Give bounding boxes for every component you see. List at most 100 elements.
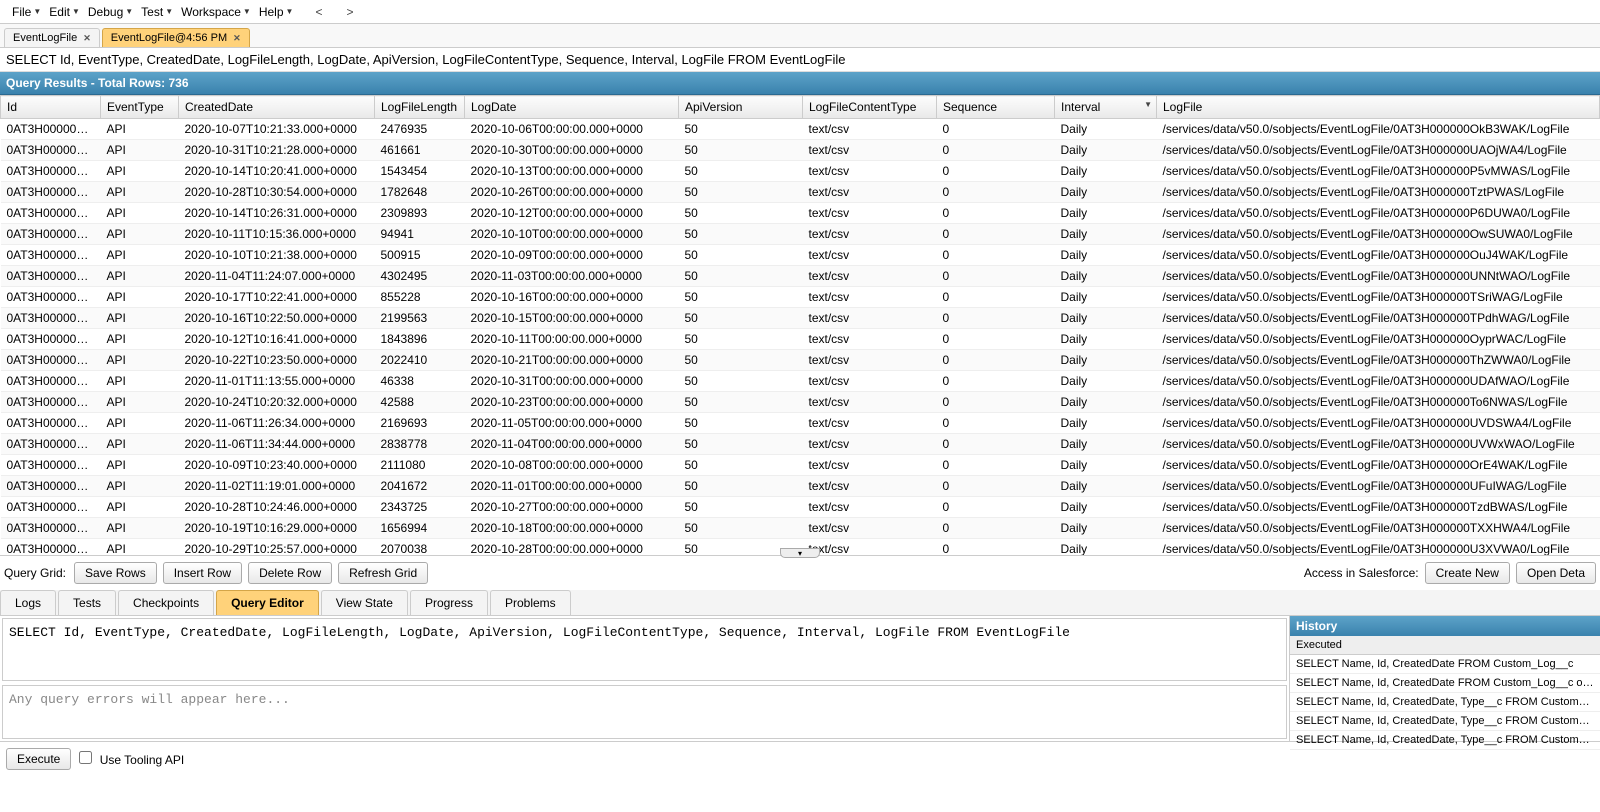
bottom-tab-progress[interactable]: Progress <box>410 590 488 615</box>
cell-sequence[interactable]: 0 <box>937 245 1055 266</box>
cell-eventtype[interactable]: API <box>101 266 179 287</box>
cell-interval[interactable]: Daily <box>1055 224 1157 245</box>
cell-sequence[interactable]: 0 <box>937 161 1055 182</box>
cell-logfilecontenttype[interactable]: text/csv <box>803 413 937 434</box>
cell-interval[interactable]: Daily <box>1055 308 1157 329</box>
column-header[interactable]: EventType <box>101 96 179 119</box>
cell-logfile[interactable]: /services/data/v50.0/sobjects/EventLogFi… <box>1157 245 1600 266</box>
cell-id[interactable]: 0AT3H000000TP... <box>1 308 101 329</box>
cell-apiversion[interactable]: 50 <box>679 497 803 518</box>
cell-id[interactable]: 0AT3H000000U3... <box>1 539 101 556</box>
cell-apiversion[interactable]: 50 <box>679 434 803 455</box>
cell-createddate[interactable]: 2020-10-19T10:16:29.000+0000 <box>179 518 375 539</box>
cell-logdate[interactable]: 2020-10-08T00:00:00.000+0000 <box>465 455 679 476</box>
cell-interval[interactable]: Daily <box>1055 434 1157 455</box>
cell-logfilecontenttype[interactable]: text/csv <box>803 161 937 182</box>
cell-sequence[interactable]: 0 <box>937 308 1055 329</box>
cell-interval[interactable]: Daily <box>1055 161 1157 182</box>
cell-logdate[interactable]: 2020-10-13T00:00:00.000+0000 <box>465 161 679 182</box>
cell-logfile[interactable]: /services/data/v50.0/sobjects/EventLogFi… <box>1157 539 1600 556</box>
cell-logdate[interactable]: 2020-10-16T00:00:00.000+0000 <box>465 287 679 308</box>
history-item[interactable]: SELECT Name, Id, CreatedDate FROM Custom… <box>1290 674 1600 693</box>
cell-sequence[interactable]: 0 <box>937 266 1055 287</box>
tooling-api-label[interactable]: Use Tooling API <box>79 751 184 767</box>
cell-createddate[interactable]: 2020-10-28T10:30:54.000+0000 <box>179 182 375 203</box>
cell-logfilelength[interactable]: 1843896 <box>375 329 465 350</box>
cell-eventtype[interactable]: API <box>101 308 179 329</box>
cell-logfile[interactable]: /services/data/v50.0/sobjects/EventLogFi… <box>1157 119 1600 140</box>
execute-button[interactable]: Execute <box>6 748 71 770</box>
cell-id[interactable]: 0AT3H000000UV... <box>1 434 101 455</box>
table-row[interactable]: 0AT3H000000Ow...API2020-10-11T10:15:36.0… <box>1 224 1600 245</box>
cell-logfile[interactable]: /services/data/v50.0/sobjects/EventLogFi… <box>1157 476 1600 497</box>
history-item[interactable]: SELECT Name, Id, CreatedDate, Type__c FR… <box>1290 731 1600 750</box>
cell-interval[interactable]: Daily <box>1055 140 1157 161</box>
cell-interval[interactable]: Daily <box>1055 455 1157 476</box>
cell-id[interactable]: 0AT3H000000Ow... <box>1 224 101 245</box>
cell-logdate[interactable]: 2020-10-31T00:00:00.000+0000 <box>465 371 679 392</box>
cell-logfilecontenttype[interactable]: text/csv <box>803 182 937 203</box>
cell-logfilecontenttype[interactable]: text/csv <box>803 266 937 287</box>
cell-logfilecontenttype[interactable]: text/csv <box>803 518 937 539</box>
cell-id[interactable]: 0AT3H000000UF... <box>1 476 101 497</box>
cell-sequence[interactable]: 0 <box>937 371 1055 392</box>
cell-interval[interactable]: Daily <box>1055 329 1157 350</box>
cell-eventtype[interactable]: API <box>101 287 179 308</box>
cell-createddate[interactable]: 2020-10-24T10:20:32.000+0000 <box>179 392 375 413</box>
expand-handle[interactable]: ▾ <box>780 548 820 558</box>
cell-eventtype[interactable]: API <box>101 350 179 371</box>
cell-logfilelength[interactable]: 2343725 <box>375 497 465 518</box>
cell-id[interactable]: 0AT3H000000TX... <box>1 518 101 539</box>
table-row[interactable]: 0AT3H000000Tzt...API2020-10-28T10:30:54.… <box>1 182 1600 203</box>
cell-sequence[interactable]: 0 <box>937 497 1055 518</box>
table-row[interactable]: 0AT3H000000UD...API2020-11-01T11:13:55.0… <box>1 371 1600 392</box>
doc-tab[interactable]: EventLogFile✕ <box>4 28 100 47</box>
cell-createddate[interactable]: 2020-10-10T10:21:38.000+0000 <box>179 245 375 266</box>
cell-logfilecontenttype[interactable]: text/csv <box>803 455 937 476</box>
close-icon[interactable]: ✕ <box>83 33 91 44</box>
cell-eventtype[interactable]: API <box>101 161 179 182</box>
cell-logfile[interactable]: /services/data/v50.0/sobjects/EventLogFi… <box>1157 203 1600 224</box>
cell-createddate[interactable]: 2020-10-16T10:22:50.000+0000 <box>179 308 375 329</box>
cell-id[interactable]: 0AT3H000000UV... <box>1 413 101 434</box>
cell-apiversion[interactable]: 50 <box>679 518 803 539</box>
column-header[interactable]: Id <box>1 96 101 119</box>
cell-logfile[interactable]: /services/data/v50.0/sobjects/EventLogFi… <box>1157 266 1600 287</box>
cell-logfilelength[interactable]: 2169693 <box>375 413 465 434</box>
cell-logfilelength[interactable]: 461661 <box>375 140 465 161</box>
cell-id[interactable]: 0AT3H000000P5... <box>1 161 101 182</box>
cell-apiversion[interactable]: 50 <box>679 203 803 224</box>
cell-eventtype[interactable]: API <box>101 455 179 476</box>
nav-back[interactable]: < <box>309 3 328 21</box>
cell-logfilecontenttype[interactable]: text/csv <box>803 539 937 556</box>
cell-interval[interactable]: Daily <box>1055 476 1157 497</box>
cell-id[interactable]: 0AT3H000000UN... <box>1 266 101 287</box>
cell-id[interactable]: 0AT3H000000Ou... <box>1 245 101 266</box>
cell-id[interactable]: 0AT3H000000Tzd... <box>1 497 101 518</box>
cell-createddate[interactable]: 2020-10-29T10:25:57.000+0000 <box>179 539 375 556</box>
column-header[interactable]: LogFileLength <box>375 96 465 119</box>
cell-eventtype[interactable]: API <box>101 140 179 161</box>
cell-sequence[interactable]: 0 <box>937 539 1055 556</box>
cell-interval[interactable]: Daily <box>1055 497 1157 518</box>
cell-logfile[interactable]: /services/data/v50.0/sobjects/EventLogFi… <box>1157 329 1600 350</box>
cell-interval[interactable]: Daily <box>1055 371 1157 392</box>
cell-eventtype[interactable]: API <box>101 518 179 539</box>
cell-logfilecontenttype[interactable]: text/csv <box>803 203 937 224</box>
cell-logfilelength[interactable]: 500915 <box>375 245 465 266</box>
table-row[interactable]: 0AT3H000000Ok...API2020-10-07T10:21:33.0… <box>1 119 1600 140</box>
cell-eventtype[interactable]: API <box>101 329 179 350</box>
cell-sequence[interactable]: 0 <box>937 392 1055 413</box>
cell-logdate[interactable]: 2020-10-28T00:00:00.000+0000 <box>465 539 679 556</box>
menu-edit[interactable]: Edit▼ <box>45 3 84 21</box>
cell-sequence[interactable]: 0 <box>937 287 1055 308</box>
cell-createddate[interactable]: 2020-10-09T10:23:40.000+0000 <box>179 455 375 476</box>
column-header[interactable]: Interval▼ <box>1055 96 1157 119</box>
open-detail-button[interactable]: Open Deta <box>1516 562 1596 584</box>
table-row[interactable]: 0AT3H000000UV...API2020-11-06T11:34:44.0… <box>1 434 1600 455</box>
cell-eventtype[interactable]: API <box>101 245 179 266</box>
cell-createddate[interactable]: 2020-11-06T11:26:34.000+0000 <box>179 413 375 434</box>
cell-apiversion[interactable]: 50 <box>679 245 803 266</box>
cell-sequence[interactable]: 0 <box>937 182 1055 203</box>
cell-id[interactable]: 0AT3H000000P6... <box>1 203 101 224</box>
